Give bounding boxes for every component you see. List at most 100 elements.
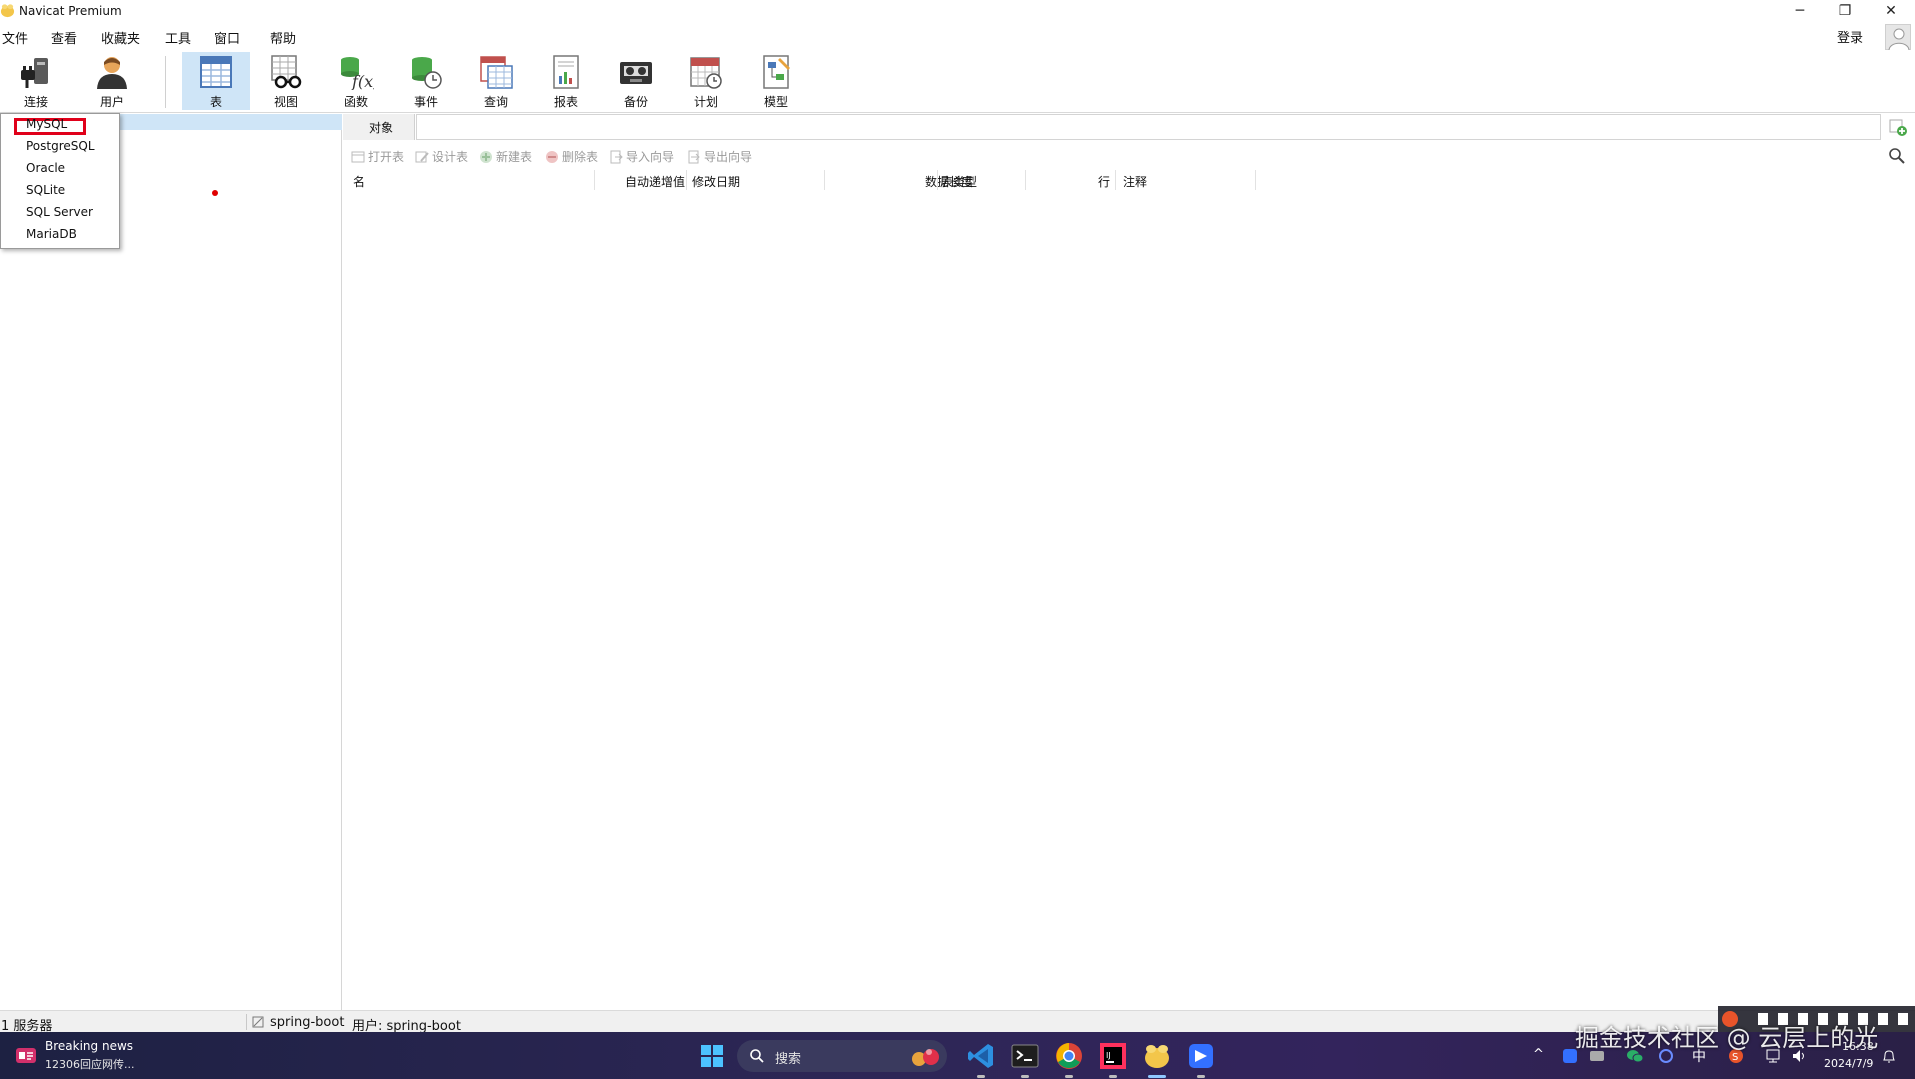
open-table-icon — [351, 151, 365, 162]
column-divider — [1255, 170, 1256, 190]
menu-view[interactable]: 查看 — [51, 28, 77, 47]
column-name-header[interactable]: 名 — [353, 173, 365, 190]
taskbar-search-icon — [750, 1049, 764, 1063]
user-label: 用户 — [99, 95, 124, 109]
close-button[interactable]: ✕ — [1868, 0, 1914, 22]
report-button[interactable]: 报表 — [532, 52, 600, 110]
column-divider — [1025, 170, 1026, 190]
navicat-logo-icon — [0, 4, 15, 18]
cursor-marker — [212, 190, 218, 196]
table-icon — [200, 56, 232, 88]
menu-file[interactable]: 文件 — [2, 28, 28, 47]
import-wizard-label: 导入向导 — [626, 150, 675, 164]
menu-item-sql-server[interactable]: SQL Server — [26, 205, 93, 219]
news-icon[interactable] — [14, 1044, 38, 1066]
menu-item-mysql[interactable]: MySQL — [26, 117, 67, 131]
new-table-icon — [480, 150, 492, 163]
column-modified-date-header[interactable]: 修改日期 — [692, 173, 740, 190]
svg-text:S: S — [1732, 1052, 1738, 1063]
intellij-icon[interactable]: IJ — [1098, 1041, 1128, 1071]
model-label: 模型 — [763, 95, 788, 109]
menu-item-mariadb[interactable]: MariaDB — [26, 227, 77, 241]
windows-start-icon[interactable] — [700, 1044, 724, 1068]
svg-text:f(x): f(x) — [351, 72, 374, 90]
query-button[interactable]: 查询 — [462, 52, 530, 110]
query-label: 查询 — [483, 95, 508, 109]
avatar[interactable] — [1885, 24, 1911, 51]
schedule-button[interactable]: 计划 — [672, 52, 740, 110]
column-auto-increment-header[interactable]: 自动递增值 — [545, 173, 685, 190]
clock-date[interactable]: 2024/7/9 — [1824, 1057, 1873, 1070]
table-button[interactable]: 表 — [182, 52, 250, 110]
taskbar-search-placeholder: 搜索 — [775, 1052, 802, 1067]
new-tab-icon[interactable] — [1888, 117, 1908, 137]
vscode-icon[interactable] — [966, 1041, 996, 1071]
chrome-icon[interactable] — [1054, 1041, 1084, 1071]
menu-tools[interactable]: 工具 — [165, 28, 191, 47]
backup-button[interactable]: 备份 — [602, 52, 670, 110]
table-label: 表 — [209, 95, 222, 109]
minimize-icon: ─ — [1795, 3, 1805, 19]
event-clock-icon — [412, 57, 442, 89]
object-list-area[interactable] — [343, 191, 1915, 1009]
feishu-running-indicator — [1197, 1075, 1205, 1078]
backup-label: 备份 — [623, 95, 648, 109]
feishu-icon[interactable] — [1186, 1041, 1216, 1071]
connection-status-icon — [252, 1016, 264, 1028]
connect-button[interactable]: 连接 — [2, 52, 70, 110]
model-button[interactable]: 模型 — [742, 52, 810, 110]
taskbar-search[interactable]: 搜索 — [737, 1040, 947, 1072]
column-table-type-header[interactable]: 表类型 — [941, 173, 977, 190]
tab-objects-label: 对象 — [369, 121, 394, 135]
news-title[interactable]: Breaking news — [45, 1039, 133, 1053]
event-button[interactable]: 事件 — [392, 52, 460, 110]
tray-overflow-chevron-icon[interactable]: ^ — [1533, 1047, 1551, 1065]
menu-favorites[interactable]: 收藏夹 — [101, 28, 140, 47]
notification-bell-icon[interactable] — [1880, 1047, 1898, 1065]
connection-type-menu: MySQL PostgreSQL Oracle SQLite SQL Serve… — [0, 113, 120, 249]
menu-item-postgresql[interactable]: PostgreSQL — [26, 139, 95, 153]
function-button[interactable]: f(x) 函数 — [322, 52, 390, 110]
new-table-button[interactable]: 新建表 — [479, 148, 532, 165]
connect-label: 连接 — [23, 95, 48, 109]
minimize-button[interactable]: ─ — [1777, 0, 1823, 22]
title-bar: Navicat Premium ─ ❐ ✕ — [0, 0, 1915, 24]
object-filter-input[interactable] — [416, 114, 1881, 140]
window-title: Navicat Premium — [19, 4, 122, 18]
open-table-button[interactable]: 打开表 — [351, 148, 404, 165]
export-wizard-button[interactable]: 导出向导 — [687, 148, 752, 165]
event-label: 事件 — [413, 95, 438, 109]
menu-item-oracle[interactable]: Oracle — [26, 161, 65, 175]
delete-table-button[interactable]: 删除表 — [545, 148, 598, 165]
tab-objects[interactable]: 对象 — [343, 114, 415, 140]
login-link[interactable]: 登录 — [1837, 27, 1863, 46]
search-icon[interactable] — [1888, 147, 1906, 165]
design-table-button[interactable]: 设计表 — [415, 148, 468, 165]
navicat-icon[interactable] — [1142, 1041, 1172, 1071]
news-subtitle[interactable]: 12306回应网传... — [45, 1056, 134, 1072]
vscode-running-indicator — [977, 1075, 985, 1078]
open-table-label: 打开表 — [368, 150, 405, 164]
delete-table-icon — [546, 150, 558, 163]
import-icon — [610, 150, 623, 163]
menu-window[interactable]: 窗口 — [214, 28, 240, 47]
terminal-icon[interactable] — [1010, 1041, 1040, 1071]
navicat-active-indicator — [1148, 1075, 1166, 1078]
column-comment-header[interactable]: 注释 — [1123, 173, 1147, 190]
user-button[interactable]: 用户 — [78, 52, 146, 110]
menu-item-sqlite[interactable]: SQLite — [26, 183, 65, 197]
view-button[interactable]: 视图 — [252, 52, 320, 110]
user-avatar-icon — [1888, 28, 1910, 51]
view-glasses-icon — [271, 55, 302, 89]
restore-button[interactable]: ❐ — [1822, 0, 1868, 22]
svg-text:IJ: IJ — [1106, 1051, 1111, 1060]
new-table-label: 新建表 — [496, 150, 533, 164]
export-icon — [688, 150, 700, 163]
import-wizard-button[interactable]: 导入向导 — [609, 148, 674, 165]
delete-table-label: 删除表 — [562, 150, 599, 164]
menu-bar: 文件 查看 收藏夹 工具 窗口 帮助 — [0, 24, 1915, 50]
menu-help[interactable]: 帮助 — [270, 28, 296, 47]
column-rows-header[interactable]: 行 — [1033, 173, 1110, 190]
object-action-bar: 打开表 设计表 新建表 删除表 导入向导 导出向导 — [343, 143, 1915, 167]
model-icon — [763, 55, 790, 89]
